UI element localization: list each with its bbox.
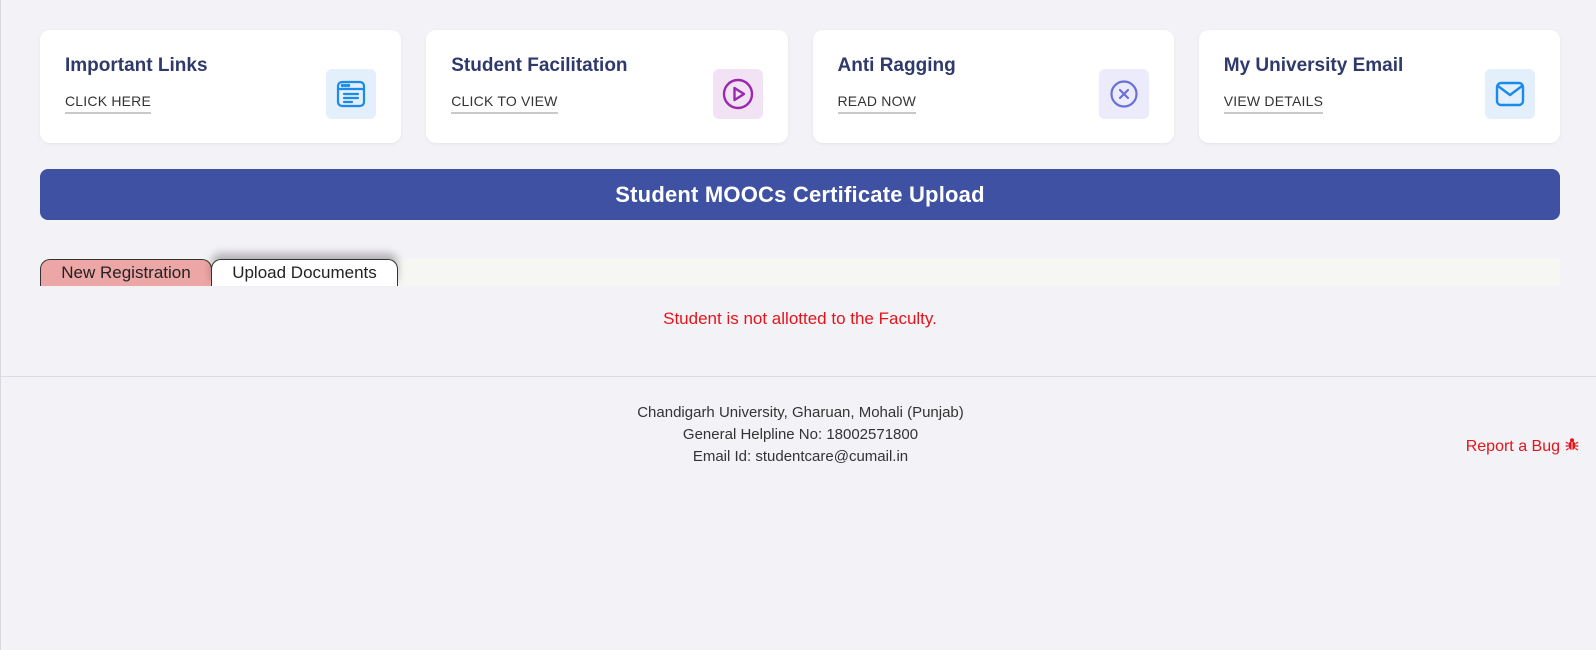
report-bug-label: Report a Bug: [1465, 437, 1560, 455]
browser-window-icon[interactable]: [326, 69, 377, 119]
card-link-click-to-view[interactable]: CLICK TO VIEW: [451, 93, 558, 114]
quick-links-cards: Important Links CLICK HERE Student Facil…: [40, 30, 1560, 143]
page-title: Student MOOCs Certificate Upload: [615, 181, 985, 207]
tab-upload-documents[interactable]: Upload Documents: [211, 259, 398, 286]
close-circle-icon[interactable]: [1098, 69, 1149, 119]
card-university-email: My University Email VIEW DETAILS: [1198, 30, 1560, 143]
footer-divider: [1, 376, 1596, 377]
footer-info: Chandigarh University, Gharuan, Mohali (…: [1, 402, 1596, 468]
play-circle-icon[interactable]: [712, 69, 763, 119]
card-important-links: Important Links CLICK HERE: [40, 30, 402, 143]
tab-new-registration[interactable]: New Registration: [40, 259, 212, 286]
footer-address: Chandigarh University, Gharuan, Mohali (…: [637, 404, 964, 421]
card-anti-ragging: Anti Ragging READ NOW: [812, 30, 1174, 143]
tab-label: New Registration: [61, 263, 191, 282]
error-message: Student is not allotted to the Faculty.: [663, 309, 937, 328]
page-title-banner: Student MOOCs Certificate Upload: [40, 169, 1560, 220]
card-link-click-here[interactable]: CLICK HERE: [65, 93, 152, 114]
bug-icon: [1565, 437, 1579, 456]
card-student-facilitation: Student Facilitation CLICK TO VIEW: [426, 30, 788, 143]
tabs-bar: New Registration Upload Documents: [40, 259, 1560, 286]
tab-label: Upload Documents: [232, 263, 377, 282]
report-bug-link[interactable]: Report a Bug: [1466, 437, 1579, 456]
footer-email: Email Id: studentcare@cumail.in: [692, 448, 909, 465]
page: Important Links CLICK HERE Student Facil…: [0, 0, 1596, 650]
footer-helpline: General Helpline No: 18002571800: [682, 426, 919, 443]
card-link-read-now[interactable]: READ NOW: [837, 93, 917, 114]
card-link-view-details[interactable]: VIEW DETAILS: [1223, 93, 1324, 114]
envelope-icon[interactable]: [1485, 69, 1535, 119]
